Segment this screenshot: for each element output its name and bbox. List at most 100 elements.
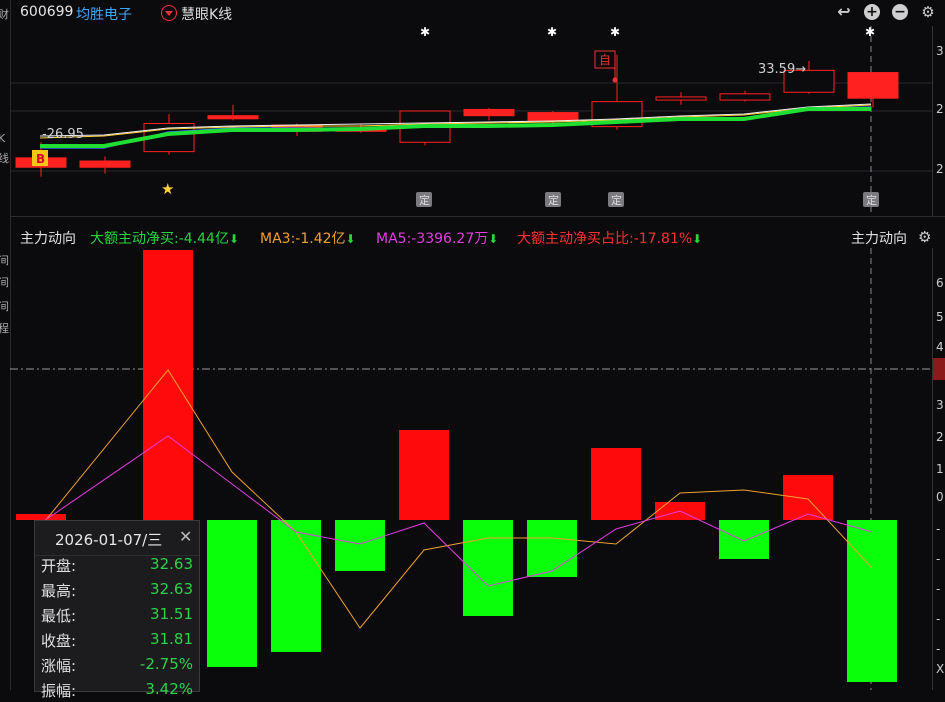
tooltip-value: 32.63 (150, 580, 193, 598)
tooltip-key: 涨幅: (41, 657, 77, 675)
low-price-marker: -26.95 (42, 127, 84, 142)
tooltip-row: 涨幅: -2.75% (41, 655, 195, 677)
close-icon[interactable]: ✕ (179, 527, 192, 546)
tooltip-key: 收盘: (41, 632, 77, 650)
candle-body[interactable] (527, 112, 579, 121)
indicator-axis-label: 5 (936, 310, 944, 324)
candle-body[interactable] (207, 115, 259, 120)
ma3-value: MA3:-1.42亿 (260, 231, 346, 247)
back-icon[interactable]: ↩ (836, 4, 852, 20)
indicator-bar[interactable] (527, 520, 577, 577)
indicator-bar[interactable] (335, 520, 385, 571)
indicator-settings-gear-icon[interactable]: ⚙ (918, 228, 931, 246)
tooltip-row: 振幅: 3.42% (41, 680, 195, 702)
event-marker-icon: ✱ (420, 26, 430, 39)
kline-chart[interactable]: ✱ ✱ ✱ ✱ 自 33.59→ -26.95 B ★ 定 定 定 定 (10, 25, 932, 216)
candle-body[interactable] (79, 160, 131, 168)
indicator-bar[interactable] (271, 520, 321, 652)
indicator-axis-label: - (936, 522, 941, 536)
indicator-bar[interactable] (463, 520, 513, 616)
indicator-bar[interactable] (719, 520, 769, 559)
indicator-axis-label: - (936, 612, 941, 626)
strip-glyph: 间 (0, 300, 9, 313)
settings-gear-icon[interactable]: ⚙ (920, 4, 936, 20)
event-badge[interactable]: 定 (611, 193, 622, 207)
ma5-label: MA5:-3396.27万⬇ (376, 228, 498, 248)
indicator-bar[interactable] (591, 448, 641, 520)
tooltip-date: 2026-01-07/三 (55, 531, 163, 549)
star-icon: ★ (161, 180, 174, 198)
tooltip-value: 3.42% (145, 680, 193, 698)
ohlc-tooltip: 2026-01-07/三 ✕ 开盘: 32.63 最高: 32.63 最低: 31.51 收… (34, 520, 200, 700)
indicator-bar[interactable] (847, 520, 897, 682)
self-badge-dot (612, 77, 618, 83)
indicator-axis-label: X (936, 662, 945, 676)
pane-separator[interactable] (10, 216, 945, 217)
kline-mode-label[interactable]: 慧眼K线 (181, 4, 232, 24)
net-buy-label: 大额主动净买:-4.44亿⬇ (90, 228, 239, 248)
indicator-axis-label: - (936, 582, 941, 596)
tooltip-key: 开盘: (41, 557, 77, 575)
candle-body[interactable] (719, 93, 771, 101)
event-badge[interactable]: 定 (548, 193, 559, 207)
stock-name[interactable]: 均胜电子 (76, 4, 132, 24)
strip-glyph: 财 (0, 8, 9, 21)
tooltip-key: 最高: (41, 582, 77, 600)
stock-code: 600699 (20, 4, 74, 20)
indicator-axis-label: 4 (936, 340, 944, 354)
down-arrow-icon: ⬇ (692, 232, 703, 246)
indicator-axis-label: 6 (936, 276, 944, 290)
price-axis-label: 2 (936, 102, 944, 116)
self-badge[interactable]: 自 (599, 53, 611, 67)
indicator-bar[interactable] (399, 430, 449, 520)
ratio-label: 大额主动净买占比:-17.81%⬇ (517, 228, 702, 248)
strip-glyph: 间 (0, 276, 9, 289)
zoom-in-icon[interactable]: + (864, 4, 880, 20)
net-buy-value: 大额主动净买:-4.44亿 (90, 231, 229, 247)
price-axis-label: 3 (936, 44, 944, 58)
strip-glyph: K (0, 132, 6, 145)
down-arrow-icon: ⬇ (345, 232, 356, 246)
event-marker-icon: ✱ (610, 26, 620, 39)
event-badge[interactable]: 定 (419, 193, 430, 207)
tooltip-value: -2.75% (139, 655, 193, 673)
indicator-axis-label: 0 (936, 490, 944, 504)
indicator-bar[interactable] (783, 475, 833, 520)
event-marker-icon: ✱ (865, 26, 875, 39)
price-axis-label: 2 (936, 162, 944, 176)
tooltip-value: 32.63 (150, 555, 193, 573)
zoom-out-icon[interactable]: − (892, 4, 908, 20)
buy-badge[interactable]: B (36, 152, 45, 166)
candle-body[interactable] (463, 108, 515, 117)
tooltip-row: 最高: 32.63 (41, 580, 195, 602)
indicator-right-title[interactable]: 主力动向 (851, 228, 907, 248)
indicator-title[interactable]: 主力动向 (20, 228, 76, 248)
strip-glyph: 线 (0, 152, 9, 165)
down-arrow-icon: ⬇ (228, 232, 240, 246)
tooltip-row: 收盘: 31.81 (41, 630, 195, 652)
event-badge[interactable]: 定 (866, 193, 877, 207)
indicator-axis-label: - (936, 642, 941, 656)
high-price-marker: 33.59→ (758, 62, 806, 77)
tooltip-key: 最低: (41, 607, 77, 625)
indicator-axis-label: 2 (936, 430, 944, 444)
ratio-value: 大额主动净买占比:-17.81% (517, 231, 693, 247)
tooltip-key: 振幅: (41, 682, 77, 700)
ma3-label: MA3:-1.42亿⬇ (260, 228, 356, 248)
strip-glyph: 间 (0, 254, 9, 267)
indicator-axis-label: 1 (936, 462, 944, 476)
strip-glyph: 程 (0, 322, 9, 335)
candle-body[interactable] (655, 96, 707, 101)
tooltip-row: 最低: 31.51 (41, 605, 195, 627)
indicator-header: 主力动向 大额主动净买:-4.44亿⬇ MA3:-1.42亿⬇ MA5:-339… (10, 226, 931, 248)
indicator-bar[interactable] (143, 250, 193, 520)
event-marker-icon: ✱ (547, 26, 557, 39)
tooltip-row: 开盘: 32.63 (41, 555, 195, 577)
candle-body[interactable] (847, 72, 899, 99)
chart-header: 600699 均胜电子 慧眼K线 ↩ + − ⚙ (12, 0, 942, 26)
dropdown-icon[interactable] (161, 5, 177, 21)
kline-price-axis: 3 2 2 (932, 26, 945, 216)
tooltip-value: 31.81 (150, 630, 193, 648)
indicator-bar[interactable] (207, 520, 257, 667)
ma5-value: MA5:-3396.27万 (376, 231, 489, 247)
